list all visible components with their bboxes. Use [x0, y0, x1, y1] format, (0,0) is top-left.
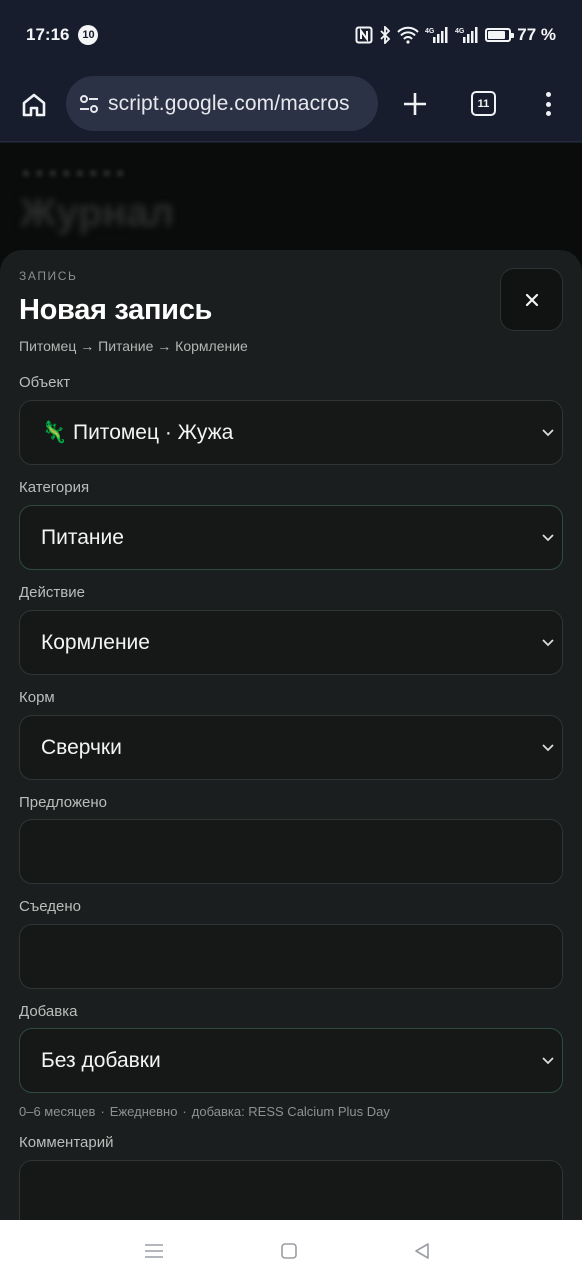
- new-tab-button[interactable]: [400, 89, 430, 119]
- home-button[interactable]: [18, 89, 50, 121]
- url-text[interactable]: script.google.com/macros: [108, 92, 350, 116]
- feeding-hint: 0–6 месяцев · Ежедневно · добавка: RESS Calc…: [19, 1104, 390, 1119]
- bluetooth-icon: [379, 26, 391, 44]
- background-kicker: ● ● ● ● ● ● ● ●: [22, 165, 126, 180]
- food-label: Корм: [19, 689, 55, 706]
- chevron-down-icon: [541, 1054, 555, 1068]
- home-icon: [22, 93, 46, 117]
- site-settings-icon[interactable]: [78, 93, 100, 115]
- signal-4g-icon: 4G: [455, 26, 479, 44]
- more-vert-icon[interactable]: [538, 88, 558, 120]
- hint-age: 0–6 месяцев: [19, 1104, 96, 1119]
- hint-frequency: Ежедневно: [109, 1104, 178, 1119]
- chevron-down-icon: [541, 426, 555, 440]
- recents-icon[interactable]: [143, 1240, 165, 1262]
- category-select[interactable]: Питание: [19, 505, 563, 570]
- sheet-kicker: ЗАПИСЬ: [19, 269, 78, 283]
- status-bar: 17:16 10 4G 4G 77 %: [0, 0, 582, 70]
- eaten-input[interactable]: [19, 924, 563, 989]
- back-icon[interactable]: [411, 1240, 433, 1262]
- offered-input[interactable]: [19, 819, 563, 884]
- food-value: Сверчки: [41, 735, 122, 759]
- tabs-button[interactable]: 11: [471, 91, 496, 116]
- category-value: Питание: [41, 525, 124, 549]
- chevron-down-icon: [541, 531, 555, 545]
- comment-label: Комментарий: [19, 1134, 114, 1151]
- network-label: 4G: [455, 28, 465, 35]
- object-select[interactable]: 🦎 Питомец · Жужа: [19, 400, 563, 465]
- battery-icon: [485, 28, 515, 42]
- network-label: 4G: [425, 28, 435, 35]
- background-title: Журнал: [20, 191, 175, 235]
- hint-supplement: добавка: RESS Calcium Plus Day: [191, 1104, 390, 1119]
- browser-toolbar: script.google.com/macros 11: [0, 70, 582, 142]
- status-time: 17:16: [26, 25, 70, 44]
- close-icon: [525, 293, 538, 306]
- home-square-icon[interactable]: [278, 1240, 300, 1262]
- object-label: Объект: [19, 374, 71, 391]
- plus-icon: [404, 93, 426, 115]
- chevron-down-icon: [541, 741, 555, 755]
- tab-count: 11: [477, 97, 490, 110]
- action-select[interactable]: Кормление: [19, 610, 563, 675]
- hint-separator: ·: [182, 1104, 187, 1119]
- supplement-label: Добавка: [19, 1003, 78, 1020]
- battery-percent: 77 %: [517, 25, 556, 44]
- category-label: Категория: [19, 479, 90, 496]
- url-bar[interactable]: script.google.com/macros: [66, 76, 378, 131]
- eaten-label: Съедено: [19, 898, 81, 915]
- chevron-down-icon: [541, 636, 555, 650]
- supplement-value: Без добавки: [41, 1048, 161, 1072]
- action-value: Кормление: [41, 630, 150, 654]
- action-label: Действие: [19, 584, 85, 601]
- breadcrumb: Питомец → Питание → Кормление: [19, 338, 248, 354]
- supplement-select[interactable]: Без добавки: [19, 1028, 563, 1093]
- hint-separator: ·: [100, 1104, 105, 1119]
- signal-4g-icon: 4G: [425, 26, 449, 44]
- battery-level: [488, 31, 506, 39]
- new-entry-sheet: ЗАПИСЬ Новая запись Питомец → Питание → …: [0, 250, 582, 1220]
- notification-count-badge: 10: [78, 25, 99, 45]
- food-select[interactable]: Сверчки: [19, 715, 563, 780]
- close-button[interactable]: [500, 268, 563, 331]
- wifi-icon: [397, 26, 419, 44]
- offered-label: Предложено: [19, 794, 107, 811]
- system-nav-bar: [0, 1220, 582, 1280]
- object-value: 🦎 Питомец · Жужа: [41, 420, 234, 444]
- nfc-icon: [355, 26, 373, 44]
- sheet-title: Новая запись: [19, 294, 213, 326]
- comment-textarea[interactable]: [19, 1160, 563, 1220]
